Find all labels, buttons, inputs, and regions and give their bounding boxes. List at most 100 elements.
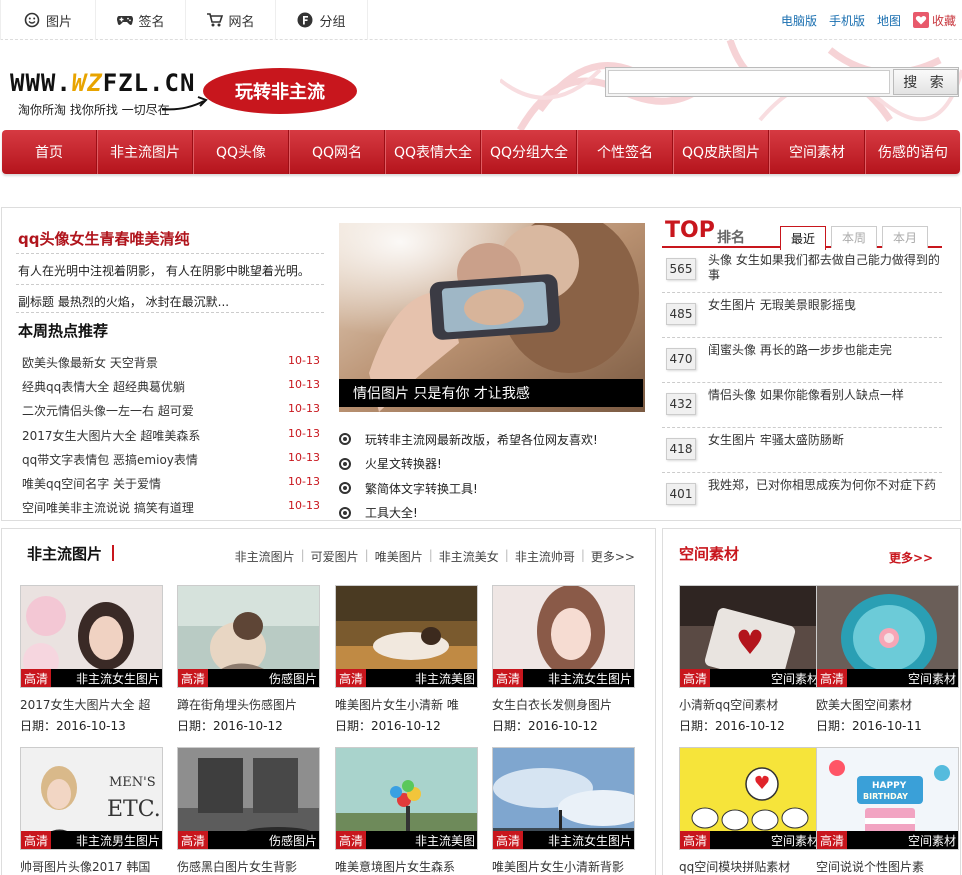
- divider: [16, 253, 324, 254]
- divider: [16, 312, 324, 313]
- list-item[interactable]: 经典qq表情大全 超经典葛优躺 10-13: [22, 378, 322, 402]
- header: WWW.WZFZL.CN 淘你所淘 找你所找 一切尽在 玩转非主流 搜 索: [0, 40, 962, 130]
- favorite-link[interactable]: 收藏: [912, 12, 956, 29]
- more-link[interactable]: 更多>>: [591, 548, 635, 565]
- search-button[interactable]: 搜 索: [893, 69, 958, 95]
- search-box: 搜 索: [605, 67, 959, 97]
- list-item[interactable]: 工具大全!: [339, 501, 649, 526]
- ranking-item[interactable]: 565 头像 女生如果我们都去做自己能力做得到的事: [662, 248, 942, 293]
- f-icon: [297, 12, 313, 28]
- topnav-nickname[interactable]: 网名: [186, 0, 276, 40]
- card-date: 日期：2016-10-11: [816, 719, 922, 733]
- ranking-item[interactable]: 418 女生图片 牢骚太盛防肠断: [662, 428, 942, 473]
- top-bar: 图片 签名 网名 分组 电脑版 手机版 地图 收藏: [0, 0, 962, 40]
- card-title: 唯美图片女生小清新背影: [492, 860, 625, 874]
- section-title: 空间素材: [679, 545, 740, 563]
- list-item[interactable]: 二次元情侣头像一左一右 超可爱 10-13: [22, 402, 322, 426]
- tag-link[interactable]: 可爱图片: [311, 548, 359, 565]
- card-title: qq空间模块拼贴素材: [679, 860, 791, 874]
- topnav-signature[interactable]: 签名: [96, 0, 186, 40]
- ranking-item[interactable]: 485 女生图片 无瑕美景眼影摇曳: [662, 293, 942, 338]
- picture-card[interactable]: 高清 空间素材 小清新qq空间素材 日期：2016-10-12: [679, 585, 822, 734]
- card-title: 唯美图片女生小清新 唯: [335, 698, 459, 712]
- picture-card[interactable]: 高清 空间素材 欧美大图空间素材 日期：2016-10-11: [816, 585, 959, 734]
- svg-text:BIRTHDAY: BIRTHDAY: [863, 792, 908, 801]
- bullet-icon: [339, 482, 351, 495]
- ranking-item[interactable]: 401 我姓郑，已对你相思成疾为何你不对症下药: [662, 473, 942, 518]
- bullet-icon: [339, 457, 351, 470]
- site-logo[interactable]: WWW.WZFZL.CN 淘你所淘 找你所找 一切尽在 玩转非主流: [10, 65, 357, 125]
- list-item[interactable]: 2017女生大图片大全 超唯美森系 10-13: [22, 427, 322, 451]
- picture-card[interactable]: 高清 非主流女生图片 唯美图片女生小清新背影: [492, 747, 635, 875]
- thumbnail: 高清 非主流美图: [335, 585, 478, 688]
- sitemap-link[interactable]: 地图: [877, 12, 901, 29]
- nav-qq-nickname[interactable]: QQ网名: [289, 130, 385, 174]
- mobile-version-link[interactable]: 手机版: [829, 12, 865, 29]
- topnav-pictures[interactable]: 图片: [0, 0, 96, 40]
- picture-card[interactable]: MEN'S ETC. 高清 非主流男生图片 帅哥图片头像2017 韩国: [20, 747, 163, 875]
- favorite-label: 收藏: [931, 13, 956, 28]
- thumbnail: 高清 伤感图片: [177, 747, 320, 850]
- list-item[interactable]: 唯美qq空间名字 关于爱情 10-13: [22, 475, 322, 499]
- picture-card[interactable]: HAPPY BIRTHDAY 高清 空间素材 空间说说个性图片素: [816, 747, 959, 875]
- pc-version-link[interactable]: 电脑版: [781, 12, 817, 29]
- tab-week[interactable]: 本周: [831, 226, 877, 248]
- tag-link[interactable]: 非主流美女: [439, 548, 499, 565]
- nav-sad-quotes[interactable]: 伤感的语句: [865, 130, 960, 174]
- headline-link[interactable]: qq头像女生青春唯美清纯: [18, 228, 189, 249]
- gamepad-icon: [116, 12, 134, 28]
- picture-card[interactable]: 高清 空间素材 qq空间模块拼贴素材: [679, 747, 822, 875]
- featured-section: qq头像女生青春唯美清纯 有人在光明中注视着阴影， 有人在阴影中眺望着光明。 副…: [1, 207, 961, 521]
- subtitle-link[interactable]: 副标题 最热烈的火焰， 冰封在最沉默...: [18, 293, 229, 310]
- topnav-group[interactable]: 分组: [276, 0, 368, 40]
- list-item[interactable]: qq带文字表情包 恶搞emioy表情 10-13: [22, 451, 322, 475]
- nav-home[interactable]: 首页: [2, 130, 97, 174]
- list-item[interactable]: 繁简体文字转换工具!: [339, 476, 649, 501]
- list-item[interactable]: 欧美头像最新女 天空背景 10-13: [22, 354, 322, 378]
- tag-link[interactable]: 非主流图片: [235, 548, 295, 565]
- card-date: 日期：2016-10-12: [492, 719, 598, 733]
- nav-qq-skin[interactable]: QQ皮肤图片: [673, 130, 769, 174]
- tab-recent[interactable]: 最近: [780, 226, 826, 250]
- search-input[interactable]: [608, 70, 890, 94]
- picture-card[interactable]: 高清 非主流女生图片 女生白衣长发侧身图片 日期：2016-10-12: [492, 585, 635, 734]
- card-date: 日期：2016-10-12: [177, 719, 283, 733]
- picture-card[interactable]: 高清 非主流女生图片 2017女生大图片大全 超 日期：2016-10-13: [20, 585, 163, 734]
- ranking-item[interactable]: 470 闺蜜头像 再长的路一步步也能走完: [662, 338, 942, 383]
- tag-link[interactable]: 唯美图片: [375, 548, 423, 565]
- tab-month[interactable]: 本月: [882, 226, 928, 248]
- nav-space-material[interactable]: 空间素材: [769, 130, 865, 174]
- smiley-icon: [24, 12, 40, 28]
- logo-url: WWW.WZFZL.CN: [10, 69, 196, 97]
- topnav-label: 签名: [138, 14, 165, 30]
- picture-card[interactable]: 高清 伤感图片 蹲在街角埋头伤感图片 日期：2016-10-12: [177, 585, 320, 734]
- nav-signature[interactable]: 个性签名: [577, 130, 673, 174]
- nav-qq-groups[interactable]: QQ分组大全: [481, 130, 577, 174]
- picture-card[interactable]: 高清 非主流美图 唯美意境图片女生森系: [335, 747, 478, 875]
- tag-link[interactable]: 非主流帅哥: [515, 548, 575, 565]
- list-item[interactable]: 玩转非主流网最新改版，希望各位网友喜欢!: [339, 427, 649, 452]
- bullet-icon: [339, 506, 351, 519]
- thumbnail: 高清 非主流美图: [335, 747, 478, 850]
- ranking-item[interactable]: 432 情侣头像 如果你能像看别人缺点一样: [662, 383, 942, 428]
- nav-qq-emoticons[interactable]: QQ表情大全: [385, 130, 481, 174]
- picture-card[interactable]: 高清 伤感图片 伤感黑白图片女生背影: [177, 747, 320, 875]
- more-link[interactable]: 更多>>: [889, 549, 933, 566]
- top-ranking: TOP 排名 最近 本周 本月 565 头像 女生如果我们都去做自己能力做得到的事…: [662, 218, 942, 518]
- section-tags: 非主流图片 | 可爱图片 | 唯美图片 | 非主流美女 | 非主流帅哥 | 更多>>: [234, 548, 635, 565]
- featured-photo[interactable]: 情侣图片 只是有你 才让我感: [339, 223, 645, 412]
- thumbnail: HAPPY BIRTHDAY 高清 空间素材: [816, 747, 959, 850]
- svg-text:HAPPY: HAPPY: [872, 781, 907, 791]
- top-label: TOP: [665, 218, 715, 243]
- cart-icon: [206, 12, 224, 28]
- card-title: 小清新qq空间素材: [679, 698, 779, 712]
- card-title: 帅哥图片头像2017 韩国: [20, 860, 151, 874]
- ranking-label: 排名: [717, 230, 745, 246]
- card-title: 2017女生大图片大全 超: [20, 698, 151, 712]
- nav-nonmainstream-pictures[interactable]: 非主流图片: [97, 130, 193, 174]
- thumbnail: 高清 空间素材: [679, 585, 822, 688]
- nav-qq-avatar[interactable]: QQ头像: [193, 130, 289, 174]
- list-item[interactable]: 火星文转换器!: [339, 452, 649, 477]
- picture-card[interactable]: 高清 非主流美图 唯美图片女生小清新 唯 日期：2016-10-12: [335, 585, 478, 734]
- list-item[interactable]: 空间唯美非主流说说 搞笑有道理 10-13: [22, 499, 322, 523]
